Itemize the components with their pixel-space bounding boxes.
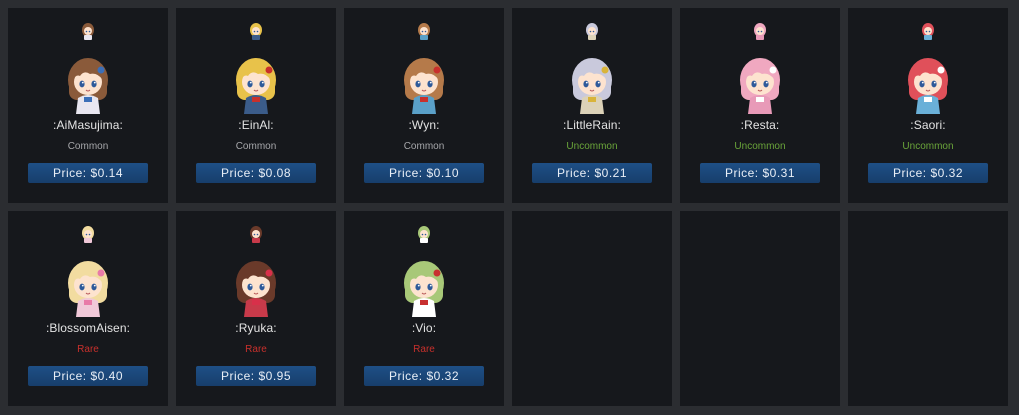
item-card[interactable]: :LittleRain: Uncommon Price: $0.21: [512, 8, 672, 203]
item-rarity: Common: [67, 141, 109, 152]
item-name: :Vio:: [411, 321, 437, 335]
character-avatar-icon: [392, 50, 456, 114]
price-button[interactable]: Price: $0.21: [532, 163, 652, 183]
item-name: :AiMasujima:: [53, 118, 123, 132]
character-avatar-icon: [224, 253, 288, 317]
price-button[interactable]: Price: $0.95: [196, 366, 316, 386]
character-thumbnail-icon: [80, 225, 96, 243]
item-name: :Wyn:: [408, 118, 440, 132]
character-avatar-icon: [896, 50, 960, 114]
item-card[interactable]: :Ryuka: Rare Price: $0.95: [176, 211, 336, 406]
character-avatar-icon: [224, 50, 288, 114]
item-rarity: Uncommon: [902, 141, 954, 152]
item-name: :Saori:: [910, 118, 946, 132]
price-button[interactable]: Price: $0.32: [868, 163, 988, 183]
character-thumbnail-icon: [752, 22, 768, 40]
empty-slot: [680, 211, 840, 406]
character-thumbnail-icon: [920, 22, 936, 40]
price-button[interactable]: Price: $0.14: [28, 163, 148, 183]
character-thumbnail-icon: [248, 225, 264, 243]
item-card[interactable]: :EinAl: Common Price: $0.08: [176, 8, 336, 203]
price-button[interactable]: Price: $0.32: [364, 366, 484, 386]
item-rarity: Rare: [413, 344, 435, 355]
item-card[interactable]: :Vio: Rare Price: $0.32: [344, 211, 504, 406]
item-rarity: Uncommon: [734, 141, 786, 152]
character-avatar-icon: [56, 253, 120, 317]
character-avatar-icon: [56, 50, 120, 114]
item-name: :Ryuka:: [235, 321, 277, 335]
item-card[interactable]: :Resta: Uncommon Price: $0.31: [680, 8, 840, 203]
item-name: :EinAl:: [238, 118, 274, 132]
price-button[interactable]: Price: $0.31: [700, 163, 820, 183]
character-avatar-icon: [560, 50, 624, 114]
item-rarity: Uncommon: [566, 141, 618, 152]
character-avatar-icon: [392, 253, 456, 317]
item-name: :LittleRain:: [563, 118, 621, 132]
item-rarity: Rare: [77, 344, 99, 355]
character-thumbnail-icon: [248, 22, 264, 40]
price-button[interactable]: Price: $0.40: [28, 366, 148, 386]
character-thumbnail-icon: [416, 225, 432, 243]
item-name: :BlossomAisen:: [45, 321, 131, 335]
item-card[interactable]: :Wyn: Common Price: $0.10: [344, 8, 504, 203]
item-rarity: Common: [403, 141, 445, 152]
price-button[interactable]: Price: $0.10: [364, 163, 484, 183]
price-button[interactable]: Price: $0.08: [196, 163, 316, 183]
character-thumbnail-icon: [416, 22, 432, 40]
item-rarity: Common: [235, 141, 277, 152]
item-rarity: Rare: [245, 344, 267, 355]
inventory-grid: :AiMasujima: Common Price: $0.14 :EinAl:…: [8, 8, 1008, 406]
character-avatar-icon: [728, 50, 792, 114]
character-thumbnail-icon: [584, 22, 600, 40]
item-name: :Resta:: [740, 118, 780, 132]
character-thumbnail-icon: [80, 22, 96, 40]
item-card[interactable]: :Saori: Uncommon Price: $0.32: [848, 8, 1008, 203]
empty-slot: [848, 211, 1008, 406]
empty-slot: [512, 211, 672, 406]
item-card[interactable]: :BlossomAisen: Rare Price: $0.40: [8, 211, 168, 406]
item-card[interactable]: :AiMasujima: Common Price: $0.14: [8, 8, 168, 203]
